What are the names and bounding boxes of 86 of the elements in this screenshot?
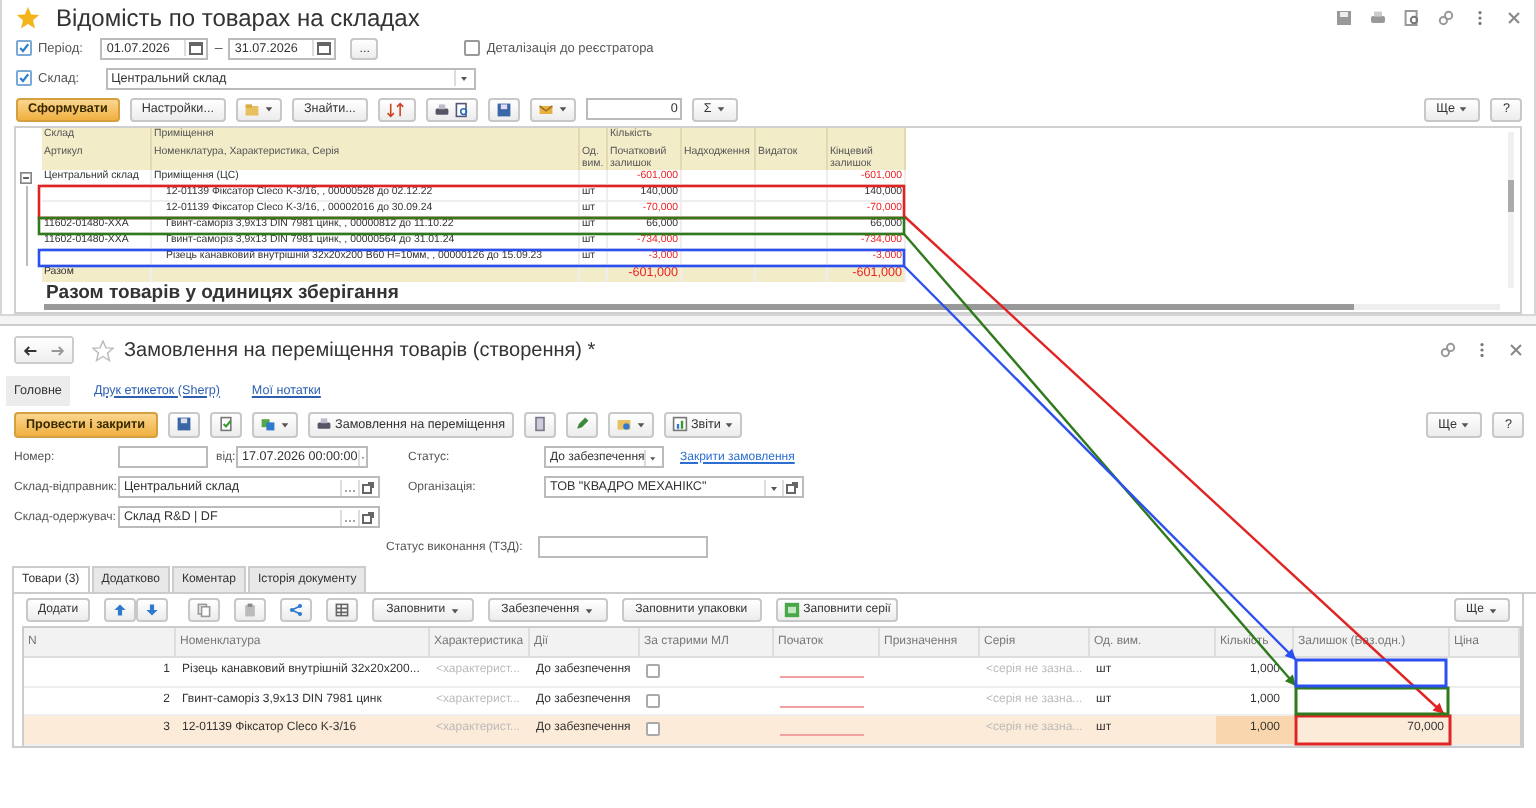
caret-icon[interactable] [453,70,472,86]
caret-icon [263,104,274,114]
caret-icon [449,605,460,615]
squares-icon [259,416,276,432]
close-icon[interactable] [1506,9,1522,25]
caret-icon [1458,104,1469,114]
old-ml-checkbox[interactable] [646,722,660,737]
create-based-button[interactable] [251,411,298,437]
folder-icon [615,416,631,432]
warehouse-checkbox[interactable] [16,70,32,86]
link-icon[interactable] [1440,342,1456,358]
link-icon[interactable] [1438,9,1454,25]
required-underline [780,734,864,737]
folder-icon [243,101,260,117]
caret-icon [279,419,290,429]
post-button[interactable] [209,411,242,437]
list-settings-button[interactable] [326,598,359,622]
caret-icon [724,419,735,429]
close-icon[interactable] [1508,342,1524,358]
up-arrow-icon [112,602,129,618]
sort-button[interactable] [377,97,416,121]
square-arrow-icon[interactable] [782,479,800,495]
down-arrow-icon [144,602,161,618]
attachments-button[interactable] [607,411,653,437]
caret-icon[interactable] [644,449,660,465]
document-check-icon [217,416,234,432]
table-icon [334,602,351,618]
required-underline [780,676,864,679]
caret-icon [1488,605,1498,615]
calendar-icon[interactable] [312,40,333,56]
period-checkbox[interactable] [16,40,32,56]
move-up-button[interactable] [104,598,137,622]
report-subtitle: Разом товарів у одиницях зберігання [44,282,399,304]
save-button[interactable] [167,411,200,437]
old-ml-checkbox[interactable] [646,693,660,708]
required-underline [780,705,864,708]
share-icon [288,602,305,618]
caret-icon [557,104,568,114]
variants-button[interactable] [235,97,282,121]
clipboard-icon [242,602,259,618]
series-icon [783,602,800,618]
save-icon[interactable] [1336,9,1352,25]
number-field[interactable] [118,446,208,468]
printer-icon[interactable] [1370,9,1386,25]
star-icon[interactable] [92,339,114,361]
move-down-button[interactable] [136,598,169,622]
square-arrow-icon[interactable] [358,479,376,495]
caret-icon [583,605,594,615]
save-button[interactable] [487,97,520,121]
caret-icon [715,104,726,114]
forward-arrow-icon [50,343,66,357]
collapse-icon[interactable] [20,172,32,184]
chart-icon [671,416,687,432]
horizontal-scrollbar[interactable] [44,304,1500,310]
save-icon [175,416,192,432]
window-title: Відомість по товарах на складах [56,3,420,31]
pen-icon [573,416,589,432]
back-arrow-icon [22,343,38,357]
copy-button[interactable] [188,598,221,622]
back-button[interactable] [16,338,44,362]
old-ml-checkbox[interactable] [646,664,660,679]
print-button[interactable] [425,97,478,121]
caret-icon [635,419,645,429]
structure-button[interactable] [523,411,555,437]
execution-status-field[interactable] [538,536,708,558]
printer-icon [433,101,450,117]
printer-icon [315,416,332,432]
detail-checkbox[interactable] [464,40,481,56]
sort-icon [385,101,408,117]
more-icon[interactable] [1474,342,1490,358]
star-icon[interactable] [16,5,40,29]
caret-icon[interactable] [764,479,782,495]
copy-icon [196,602,213,618]
preview-icon[interactable] [1404,9,1420,25]
window-title: Замовлення на переміщення товарів (створення) * [124,339,596,361]
share-button[interactable] [280,598,313,622]
preview-icon [453,101,470,117]
mail-button[interactable] [529,97,576,121]
caret-icon [1460,419,1471,429]
calendar-icon[interactable] [184,40,205,56]
envelope-icon [537,101,554,117]
save-icon [495,101,512,117]
square-arrow-icon[interactable] [358,509,376,525]
document-icon [531,416,547,432]
edit-button[interactable] [565,411,597,437]
more-icon[interactable] [1472,9,1488,25]
